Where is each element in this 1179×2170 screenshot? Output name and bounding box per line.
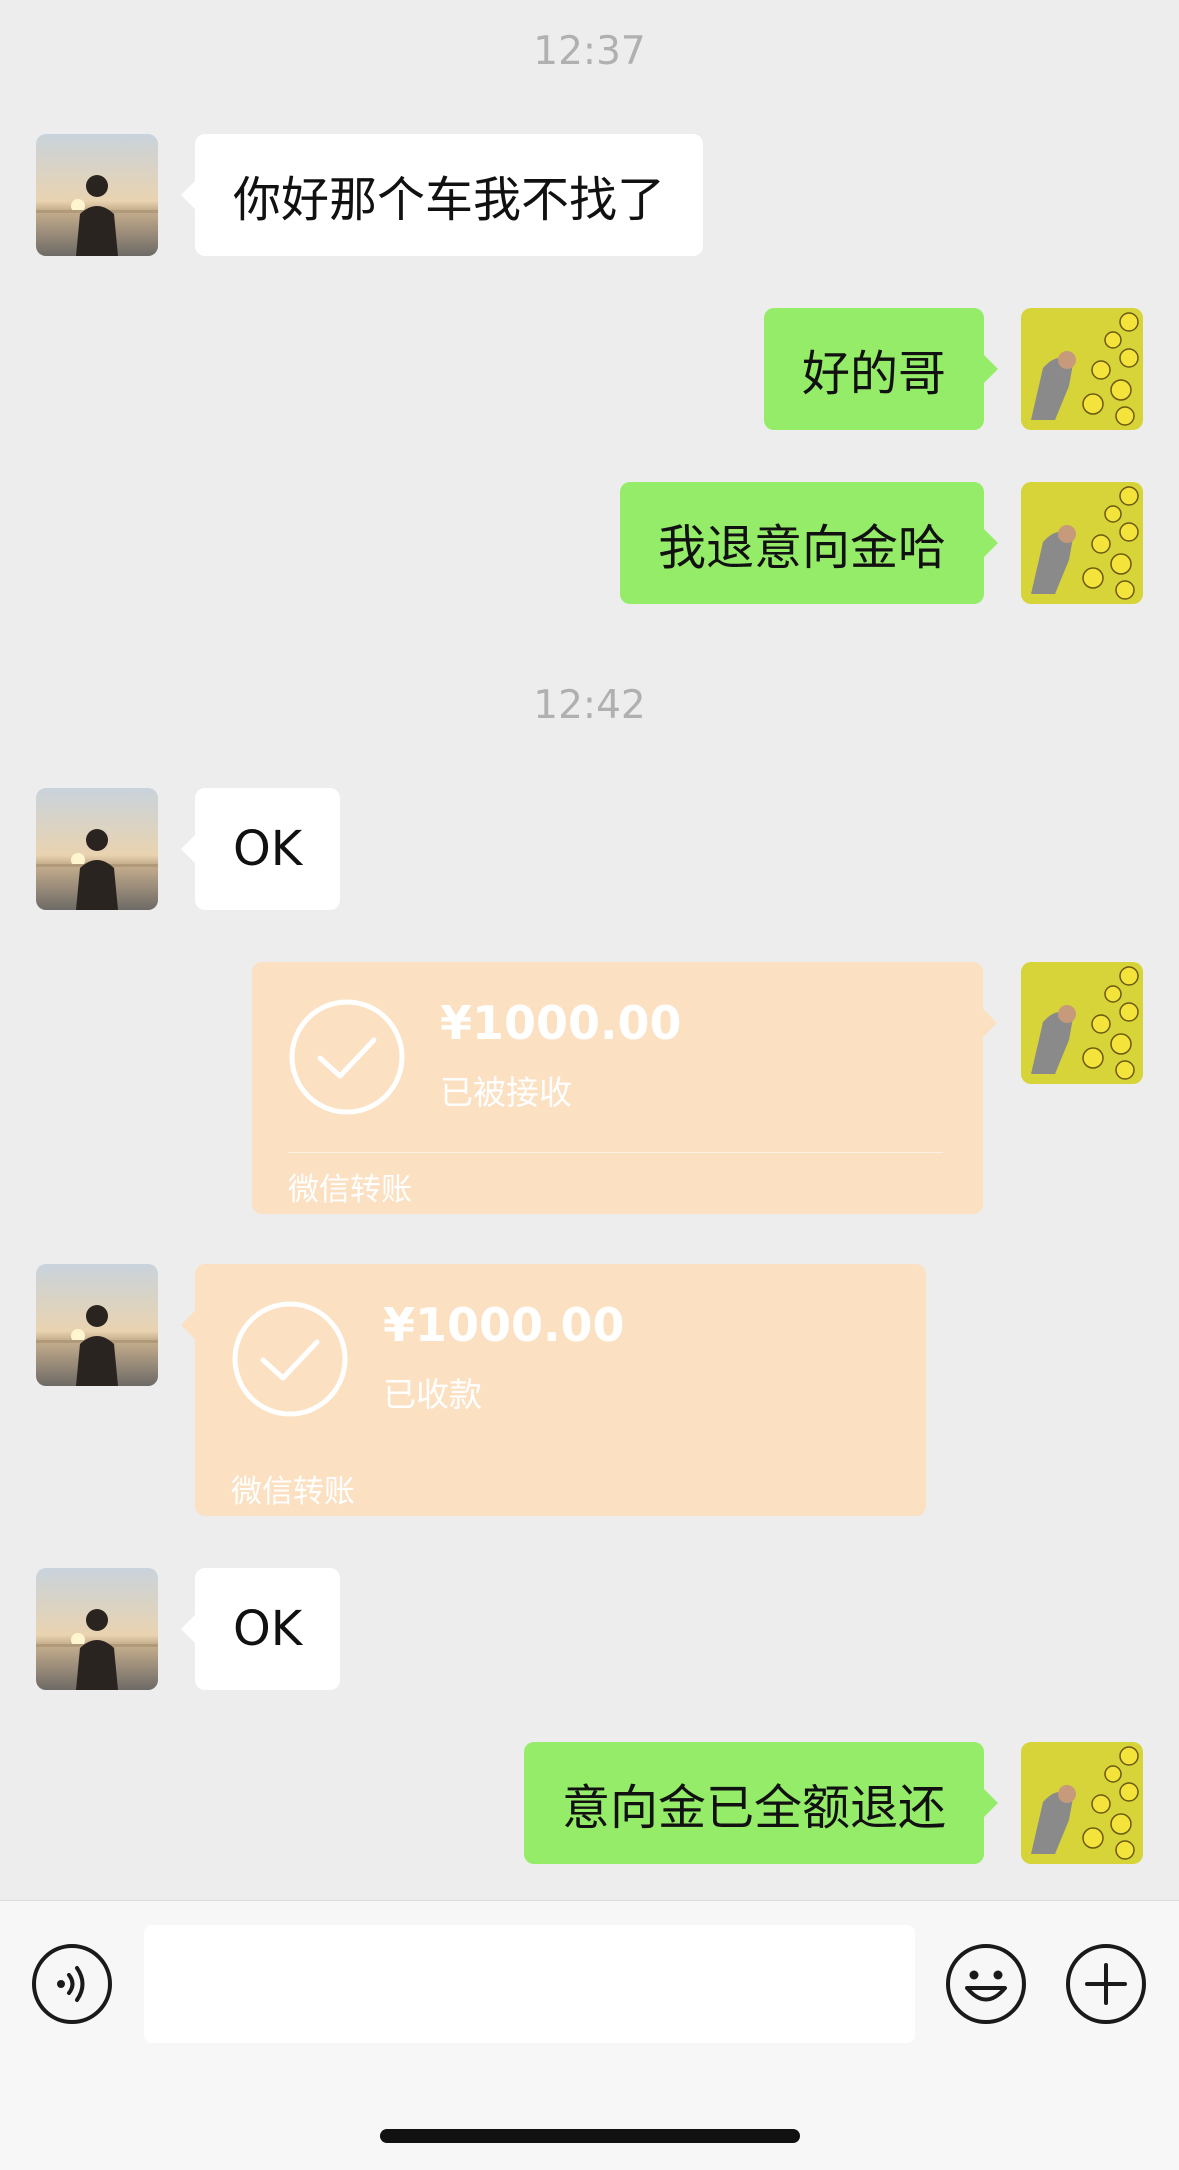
outgoing-message[interactable]: 我退意向金哈: [619, 482, 999, 604]
voice-icon[interactable]: [31, 1943, 113, 2025]
contact-avatar[interactable]: [36, 1568, 158, 1690]
outgoing-message[interactable]: 好的哥: [763, 308, 999, 430]
outgoing-message[interactable]: 意向金已全额退还: [523, 1742, 999, 1864]
chat-input-bar: [0, 1900, 1179, 2170]
timestamp: 12:42: [533, 683, 646, 728]
message-input[interactable]: [144, 1925, 915, 2043]
incoming-message[interactable]: OK: [180, 788, 341, 910]
contact-avatar[interactable]: [36, 1264, 158, 1386]
transfer-label: 微信转账: [288, 1172, 412, 1208]
sunset-photo-icon: [36, 1264, 158, 1386]
my-avatar[interactable]: [1021, 1742, 1143, 1864]
sunset-photo-icon: [36, 1568, 158, 1690]
my-avatar[interactable]: [1021, 308, 1143, 430]
transfer-card-sent[interactable]: ¥1000.00 已被接收 微信转账: [252, 962, 997, 1214]
smiley-sticker-icon: [1021, 482, 1143, 604]
transfer-status: 已被接收: [440, 1073, 572, 1112]
timestamp: 12:37: [533, 29, 646, 74]
sunset-photo-icon: [36, 134, 158, 256]
smiley-sticker-icon: [1021, 308, 1143, 430]
plus-icon[interactable]: [1065, 1943, 1147, 2025]
contact-avatar[interactable]: [36, 134, 158, 256]
chat-screen: 12:37 你好那个车我不找了 好的哥 我退意向金哈 12:42 OK ¥100…: [0, 0, 1179, 2170]
transfer-amount: ¥1000.00: [440, 996, 682, 1050]
emoji-icon[interactable]: [945, 1943, 1027, 2025]
check-circle-icon: [288, 998, 406, 1116]
my-avatar[interactable]: [1021, 482, 1143, 604]
sunset-photo-icon: [36, 788, 158, 910]
smiley-sticker-icon: [1021, 962, 1143, 1084]
my-avatar[interactable]: [1021, 962, 1143, 1084]
transfer-amount: ¥1000.00: [383, 1298, 625, 1352]
incoming-message[interactable]: OK: [180, 1568, 341, 1690]
contact-avatar[interactable]: [36, 788, 158, 910]
check-circle-icon: [231, 1300, 349, 1418]
transfer-label: 微信转账: [231, 1474, 355, 1510]
transfer-status: 已收款: [383, 1375, 482, 1414]
transfer-card-received[interactable]: ¥1000.00 已收款 微信转账: [181, 1264, 926, 1516]
home-indicator[interactable]: [380, 2129, 800, 2143]
incoming-message[interactable]: 你好那个车我不找了: [180, 134, 704, 256]
divider: [288, 1152, 943, 1153]
smiley-sticker-icon: [1021, 1742, 1143, 1864]
